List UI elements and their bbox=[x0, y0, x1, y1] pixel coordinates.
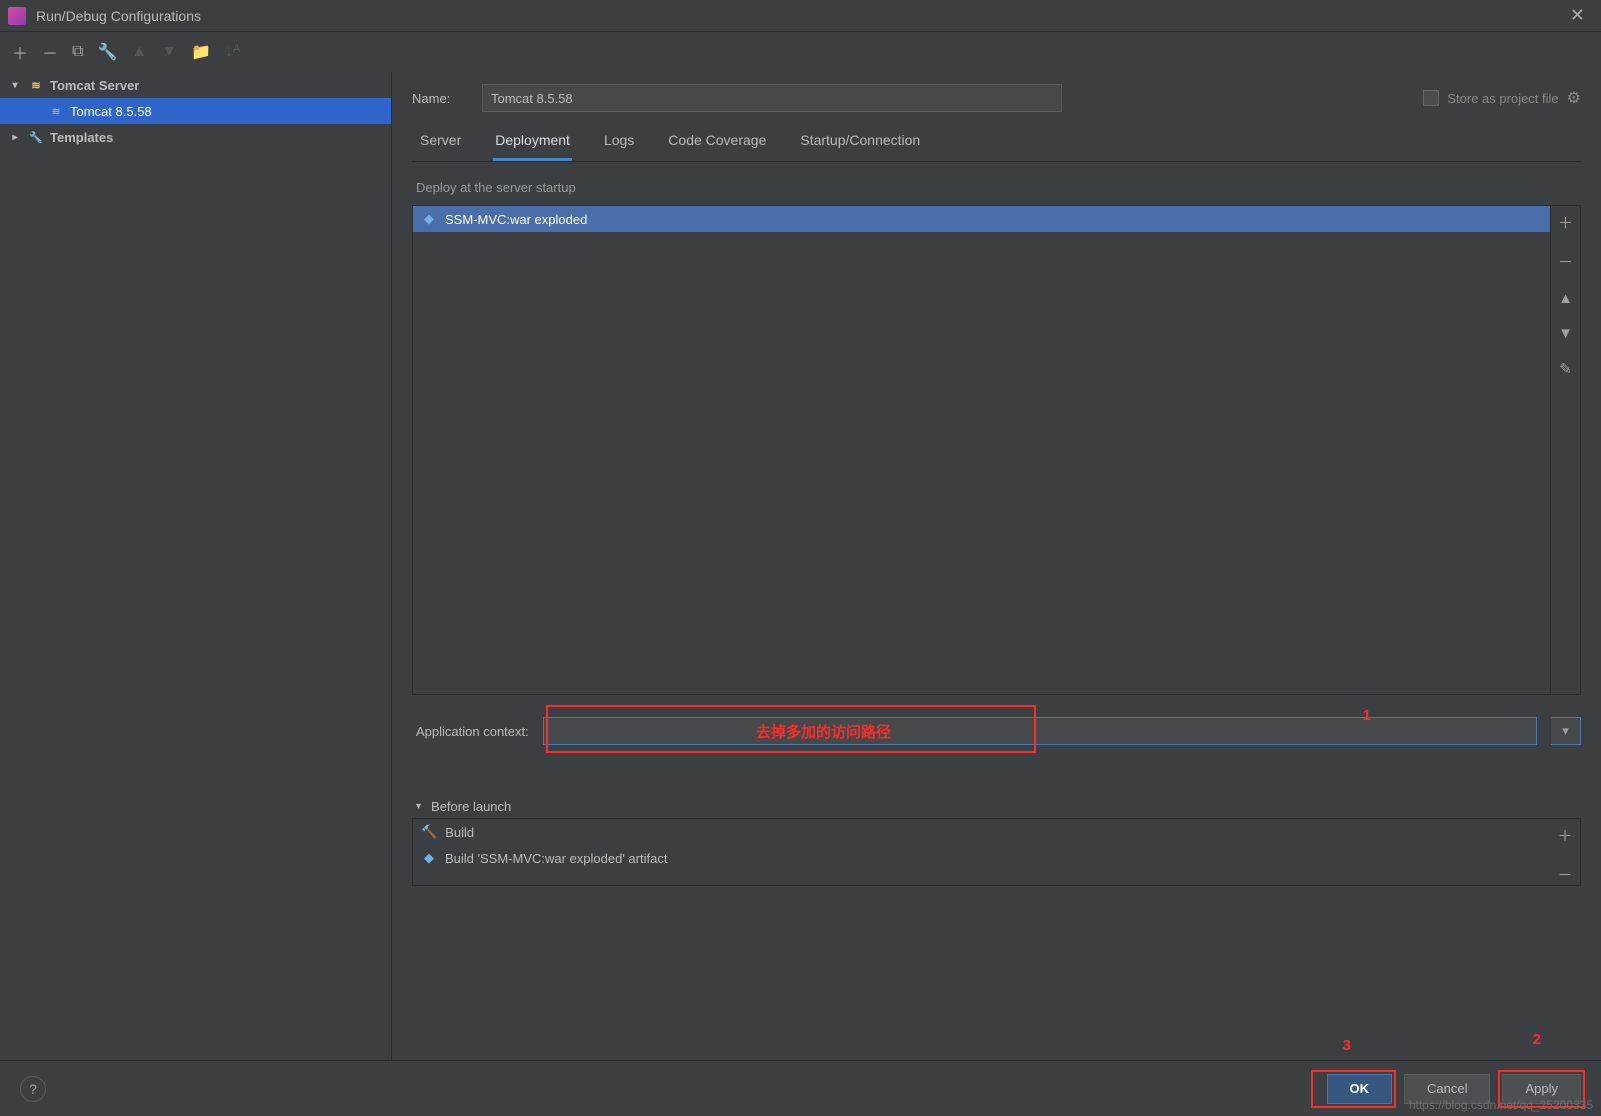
move-down-icon: ▼ bbox=[161, 43, 177, 61]
deploy-section-label: Deploy at the server startup bbox=[416, 180, 1581, 195]
application-context-row: Application context: ▾ 去掉多加的访问路径 1 bbox=[416, 717, 1581, 745]
help-button[interactable]: ? bbox=[20, 1076, 46, 1102]
config-tree: ▾ ≋ Tomcat Server ≋ Tomcat 8.5.58 ▸ 🔧 Te… bbox=[0, 72, 392, 1060]
content-panel: Name: Store as project file ⚙ Server Dep… bbox=[392, 72, 1601, 1060]
edit-artifact-icon[interactable]: ✎ bbox=[1559, 360, 1572, 378]
artifact-icon: ◆ bbox=[421, 850, 437, 866]
copy-config-icon[interactable]: ⧉ bbox=[72, 43, 83, 61]
hammer-icon: 🔨 bbox=[421, 824, 437, 840]
add-task-icon[interactable]: ＋ bbox=[1557, 825, 1572, 846]
artifact-down-icon[interactable]: ▼ bbox=[1558, 325, 1573, 342]
chevron-down-icon: ▾ bbox=[8, 80, 22, 91]
dialog-footer: ? OK Cancel Apply bbox=[0, 1060, 1601, 1116]
artifact-icon: ◆ bbox=[421, 211, 437, 227]
artifact-label: SSM-MVC:war exploded bbox=[445, 212, 587, 227]
tree-tomcat-instance[interactable]: ≋ Tomcat 8.5.58 bbox=[0, 98, 391, 124]
tree-templates[interactable]: ▸ 🔧 Templates bbox=[0, 124, 391, 150]
appctx-dropdown-icon[interactable]: ▾ bbox=[1551, 717, 1581, 745]
before-launch-side-buttons: ＋ － bbox=[1550, 819, 1580, 885]
application-context-input[interactable] bbox=[543, 717, 1537, 745]
config-tabs: Server Deployment Logs Code Coverage Sta… bbox=[412, 120, 1581, 162]
deploy-area: ◆ SSM-MVC:war exploded ＋ － ▲ ▼ ✎ bbox=[412, 205, 1581, 695]
tomcat-icon: ≋ bbox=[48, 103, 64, 119]
before-launch-build-row[interactable]: 🔨 Build bbox=[413, 819, 1550, 845]
tab-logs[interactable]: Logs bbox=[602, 132, 636, 161]
ok-button[interactable]: OK bbox=[1327, 1074, 1393, 1104]
bl-label: Build 'SSM-MVC:war exploded' artifact bbox=[445, 851, 667, 866]
tree-label: Templates bbox=[50, 130, 113, 145]
edit-defaults-icon[interactable]: 🔧 bbox=[97, 42, 117, 62]
tomcat-icon: ≋ bbox=[28, 77, 44, 93]
sort-icon: ↓ᴬ bbox=[225, 43, 240, 61]
window-title: Run/Debug Configurations bbox=[36, 8, 1562, 24]
annotation-3: 3 bbox=[1343, 1037, 1351, 1054]
remove-config-icon[interactable]: － bbox=[42, 40, 58, 64]
name-input[interactable] bbox=[482, 84, 1062, 112]
gear-icon[interactable]: ⚙ bbox=[1567, 88, 1581, 108]
titlebar: Run/Debug Configurations ✕ bbox=[0, 0, 1601, 32]
config-toolbar: ＋ － ⧉ 🔧 ▲ ▼ 📁 ↓ᴬ bbox=[0, 32, 1601, 72]
bl-label: Build bbox=[445, 825, 474, 840]
before-launch-section: ▾ Before launch 🔨 Build ◆ Build 'SSM-MVC… bbox=[412, 795, 1581, 886]
watermark: https://blog.csdn.net/qq_25200335 bbox=[1409, 1098, 1593, 1112]
tab-server[interactable]: Server bbox=[418, 132, 463, 161]
before-launch-header[interactable]: ▾ Before launch bbox=[412, 795, 1581, 819]
tab-startup[interactable]: Startup/Connection bbox=[798, 132, 922, 161]
add-artifact-icon[interactable]: ＋ bbox=[1558, 212, 1573, 233]
wrench-icon: 🔧 bbox=[28, 129, 44, 145]
tree-label: Tomcat 8.5.58 bbox=[70, 104, 152, 119]
folder-icon[interactable]: 📁 bbox=[191, 42, 211, 62]
store-label: Store as project file bbox=[1447, 91, 1558, 106]
remove-task-icon[interactable]: － bbox=[1557, 864, 1572, 885]
add-config-icon[interactable]: ＋ bbox=[12, 40, 28, 64]
app-icon bbox=[8, 7, 26, 25]
before-launch-label: Before launch bbox=[431, 799, 511, 814]
deploy-artifact-row[interactable]: ◆ SSM-MVC:war exploded bbox=[413, 206, 1550, 232]
move-up-icon: ▲ bbox=[131, 43, 147, 61]
artifact-up-icon[interactable]: ▲ bbox=[1558, 290, 1573, 307]
close-icon[interactable]: ✕ bbox=[1562, 5, 1593, 26]
chevron-right-icon: ▸ bbox=[8, 132, 22, 143]
remove-artifact-icon[interactable]: － bbox=[1558, 251, 1573, 272]
appctx-label: Application context: bbox=[416, 724, 529, 739]
annotation-2: 2 bbox=[1533, 1031, 1541, 1048]
chevron-down-icon: ▾ bbox=[416, 801, 421, 812]
store-as-project-checkbox[interactable] bbox=[1423, 90, 1439, 106]
name-label: Name: bbox=[412, 91, 464, 106]
deploy-side-buttons: ＋ － ▲ ▼ ✎ bbox=[1550, 206, 1580, 694]
tree-tomcat-server[interactable]: ▾ ≋ Tomcat Server bbox=[0, 72, 391, 98]
tree-label: Tomcat Server bbox=[50, 78, 139, 93]
before-launch-artifact-row[interactable]: ◆ Build 'SSM-MVC:war exploded' artifact bbox=[413, 845, 1550, 871]
tab-deployment[interactable]: Deployment bbox=[493, 132, 572, 161]
tab-code-coverage[interactable]: Code Coverage bbox=[666, 132, 768, 161]
before-launch-list[interactable]: 🔨 Build ◆ Build 'SSM-MVC:war exploded' a… bbox=[413, 819, 1550, 885]
deploy-list[interactable]: ◆ SSM-MVC:war exploded bbox=[413, 206, 1550, 694]
